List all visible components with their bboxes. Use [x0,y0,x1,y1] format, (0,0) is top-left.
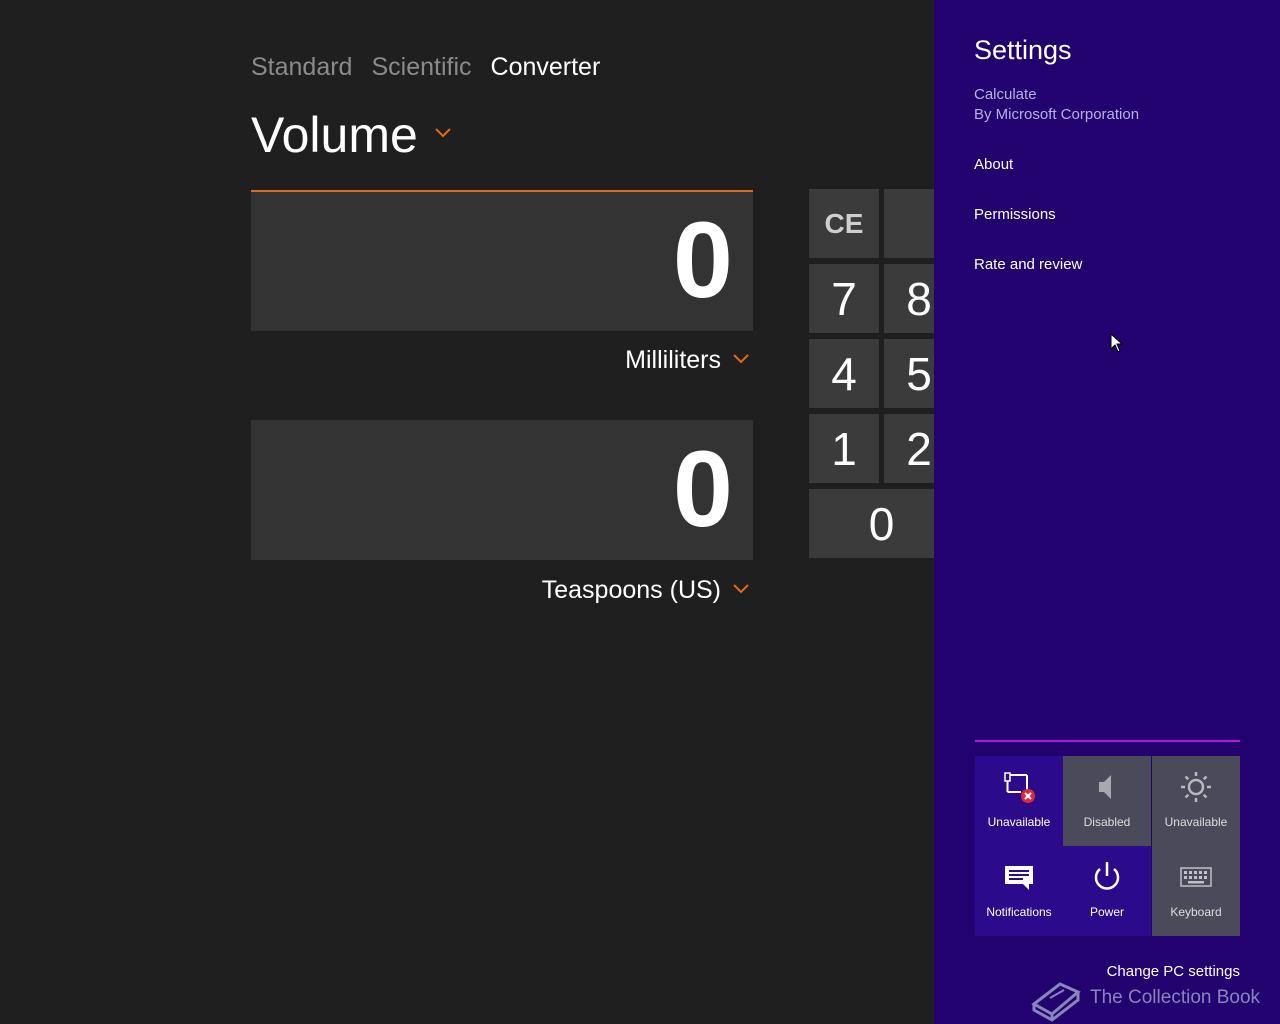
power-icon [1094,862,1120,890]
brightness-tile-label: Unavailable [1164,815,1228,829]
permissions-link[interactable]: Permissions [974,205,1056,225]
key-7[interactable]: 7 [809,264,879,333]
settings-charm: Settings Calculate By Microsoft Corporat… [934,0,1280,1024]
key-5[interactable]: 5 [884,339,934,408]
network-tile[interactable]: Unavailable [975,756,1063,846]
chevron-down-icon [434,126,452,144]
keyboard-tile[interactable]: Keyboard [1152,846,1240,936]
key-2[interactable]: 2 [884,414,934,483]
calculator-app: Standard Scientific Converter Volume 0 M… [0,0,934,1024]
watermark: The Collection Book [1030,974,1260,1022]
volume-tile-label: Disabled [1083,815,1131,829]
power-tile[interactable]: Power [1063,846,1151,936]
app-name: Calculate [974,86,1037,103]
brightness-tile[interactable]: Unavailable [1152,756,1240,846]
tab-converter[interactable]: Converter [491,50,601,84]
notifications-icon [1005,866,1033,890]
mode-tabs: Standard Scientific Converter [251,50,600,84]
network-tile-label: Unavailable [987,815,1051,829]
key-8[interactable]: 8 [884,264,934,333]
tab-scientific[interactable]: Scientific [371,50,471,84]
about-link[interactable]: About [974,155,1013,175]
book-icon [1031,982,1081,1022]
watermark-text: The Collection Book [1090,987,1261,1008]
to-unit-selector[interactable]: Teaspoons (US) [542,574,749,606]
category-label: Volume [251,107,418,163]
brightness-icon [1181,772,1211,802]
app-publisher: By Microsoft Corporation [974,106,1140,123]
mouse-cursor-icon [1110,332,1124,358]
keyboard-tile-label: Keyboard [1170,905,1222,919]
key-4[interactable]: 4 [809,339,879,408]
quick-settings-tiles: Unavailable Disabled Unavailable Notific… [975,756,1240,936]
network-unavailable-icon [1004,772,1035,803]
from-value: 0 [672,199,733,320]
from-unit-label: Milliliters [625,346,721,374]
key-1[interactable]: 1 [809,414,879,483]
tab-standard[interactable]: Standard [251,50,352,84]
divider [975,740,1240,742]
to-value-field[interactable]: 0 [251,420,753,560]
volume-icon [1099,775,1111,799]
to-unit-label: Teaspoons (US) [541,576,721,604]
from-value-field[interactable]: 0 [251,190,753,331]
power-tile-label: Power [1089,905,1124,919]
volume-tile[interactable]: Disabled [1063,756,1151,846]
chevron-down-icon [733,351,749,369]
rate-and-review-link[interactable]: Rate and review [974,255,1082,275]
keyboard-icon [1180,867,1212,887]
backspace-key[interactable] [884,189,934,258]
notifications-tile-label: Notifications [986,905,1052,919]
charm-title: Settings [974,35,1072,65]
from-unit-selector[interactable]: Milliliters [625,344,749,376]
ce-key[interactable]: CE [809,189,879,258]
notifications-tile[interactable]: Notifications [975,846,1063,936]
to-value: 0 [672,428,733,549]
chevron-down-icon [733,581,749,599]
key-0[interactable]: 0 [809,489,934,558]
category-selector[interactable]: Volume [251,104,452,166]
